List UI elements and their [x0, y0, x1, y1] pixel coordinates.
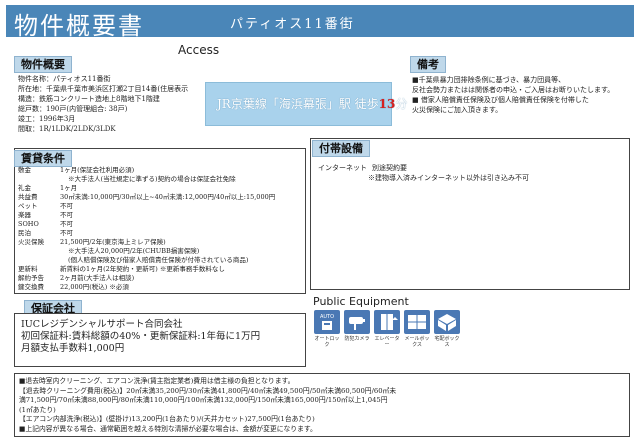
terms-key: 礼金: [18, 184, 31, 192]
terms-value: 不可: [60, 220, 73, 228]
autolock-icon: AUTO オートロック: [314, 310, 340, 348]
access-label: Access: [178, 43, 220, 57]
equipment-icons: AUTO オートロック 防犯カメラ エレベーター メールボックス 宅配ボックス: [314, 310, 514, 350]
guarantor-line: 初回保証料:賃料総額の40%・更新保証料:1年毎に1万円: [21, 331, 261, 342]
note-line: ■上記内容が異なる場合、通常範囲を越える特別な清掃が必要な場合は、金額が変更にな…: [19, 424, 317, 433]
terms-value: 新賃料の1ヶ月(2年契約・更新可) ※更新事務手数料なし: [60, 265, 225, 273]
remarks-line: 火災保険にご加入頂きます。: [412, 106, 503, 114]
access-minutes: 13: [378, 97, 396, 111]
overview-line: 物件名称：パティオス11番街: [18, 75, 111, 83]
svg-text:AUTO: AUTO: [320, 314, 334, 320]
terms-row: 火災保険 21,500円/2年(東京海上ミレア保険): [18, 238, 302, 247]
terms-key: [18, 256, 68, 265]
terms-key: ペット: [18, 202, 38, 210]
terms-row: 楽器 不可: [18, 211, 302, 220]
elevator-icon: エレベーター: [374, 310, 400, 348]
terms-key: SOHO: [18, 220, 39, 228]
terms-key: 鍵交換費: [18, 283, 44, 291]
terms-value: 不可: [60, 211, 73, 219]
terms-key: 楽器: [18, 211, 31, 219]
terms-key: 解約予告: [18, 274, 44, 282]
mailbox-icon: メールボックス: [404, 310, 430, 348]
access-unit: 分: [395, 97, 408, 111]
property-name: パティオス11番街: [230, 17, 355, 32]
terms-key: 敷金: [18, 166, 31, 174]
terms-row: 敷金 1ヶ月(保証会社利用必須): [18, 166, 302, 175]
terms-row: ペット 不可: [18, 202, 302, 211]
rental-terms-table: 敷金 1ヶ月(保証会社利用必須) ※大手法人(当社規定に準ずる)契約の場合は保証会…: [18, 166, 302, 292]
facilities-box: [310, 138, 630, 290]
terms-row: SOHO 不可: [18, 220, 302, 229]
access-text: JR京葉線「海浜幕張」駅 徒歩13分: [217, 95, 407, 112]
security-camera-icon: 防犯カメラ: [344, 310, 370, 342]
remarks-list: ■千葉県暴力団排除条例に基づき、暴力団員等、 反社会勢力またはは関係者の申込・ご…: [412, 75, 614, 115]
internet-note: ※建物導入済みインターネット以外は引き込み不可: [368, 174, 529, 182]
guarantor-line: 月額支払手数料1,000円: [21, 343, 125, 354]
terms-row: 解約予告 2ヶ月前(大手法人は相談): [18, 274, 302, 283]
terms-value: (個人賠償保険及び借家人賠償責任保険が付帯されている商品): [68, 256, 249, 264]
terms-row: ※大手法人(当社規定に準ずる)契約の場合は保証会社免除: [18, 175, 302, 184]
remarks-line: 反社会勢力またはは関係者の申込・ご入居はお断りいたします。: [412, 86, 615, 94]
remarks-line: ■千葉県暴力団排除条例に基づき、暴力団員等、: [412, 76, 566, 84]
terms-value: 30㎡未満:10,000円/30㎡以上~40㎡未満:12,000円/40㎡以上:…: [60, 193, 276, 201]
terms-row: 鍵交換費 22,000円(税込) ※必須: [18, 283, 302, 292]
guarantor-line: IUCレジデンシャルサポート合同会社: [21, 319, 183, 330]
terms-value: 1ヶ月: [60, 184, 78, 192]
overview-line: 総戸数：190戸(内管理組合: 38戸): [18, 105, 128, 113]
public-equipment-title: Public Equipment: [313, 295, 409, 308]
terms-value: 1ヶ月(保証会社利用必須): [60, 166, 135, 174]
overview-line: 竣工：1996年3月: [18, 115, 76, 123]
terms-row: 更新料 新賃料の1ヶ月(2年契約・更新可) ※更新事務手数料なし: [18, 265, 302, 274]
overview-line: 構造：鉄筋コンクリート造地上8階地下1階建: [18, 95, 160, 103]
terms-value: 2ヶ月前(大手法人は相談): [60, 274, 135, 282]
terms-value: ※大手法人(当社規定に準ずる)契約の場合は保証会社免除: [68, 175, 236, 183]
note-line: ■退去時室内クリーニング、エアコン洗浄(賃主指定業者)費用は借主様の負担となりま…: [19, 377, 295, 385]
terms-row: 礼金 1ヶ月: [18, 184, 302, 193]
document-title: 物件概要書: [14, 12, 144, 40]
terms-row: 共益費 30㎡未満:10,000円/30㎡以上~40㎡未満:12,000円/40㎡…: [18, 193, 302, 202]
overview-line: 所在地：千葉県千葉市美浜区打瀬2丁目14番(住居表示: [18, 85, 189, 93]
note-line: (1㎡あたり): [19, 405, 56, 414]
notes-box: ■退去時室内クリーニング、エアコン洗浄(賃主指定業者)費用は借主様の負担となりま…: [14, 373, 630, 437]
facilities-label: 付帯設備: [312, 140, 370, 157]
terms-value: 21,500円/2年(東京海上ミレア保険): [60, 238, 166, 246]
delivery-box-icon: 宅配ボックス: [434, 310, 460, 348]
overview-label: 物件概要: [14, 56, 72, 73]
internet-value: 別途契約要: [372, 164, 407, 172]
remarks-line: ■ 借家人賠償責任保険及び個人賠償責任保険を付帯した: [412, 96, 589, 104]
note-line: 満71,500円/70㎡未満88,000円/80㎡未満110,000円/100㎡…: [19, 396, 388, 404]
access-route: JR京葉線「海浜幕張」駅 徒歩: [217, 97, 379, 111]
overview-line: 間取：1R/1LDK/2LDK/3LDK: [18, 125, 116, 133]
overview-list: 物件名称：パティオス11番街 所在地：千葉県千葉市美浜区打瀬2丁目14番(住居表…: [18, 74, 188, 134]
rental-terms-label: 賃貸条件: [14, 150, 72, 167]
terms-row: 民泊 不可: [18, 229, 302, 238]
internet-label: インターネット: [318, 164, 367, 172]
terms-row: (個人賠償保険及び借家人賠償責任保険が付帯されている商品): [18, 256, 302, 265]
terms-value: ※大手法人20,000円/2年(CHUBB損害保険): [68, 247, 200, 255]
terms-value: 22,000円(税込) ※必須: [60, 283, 129, 291]
remarks-label: 備考: [410, 56, 446, 73]
terms-key: 火災保険: [18, 238, 44, 246]
guarantor-box: IUCレジデンシャルサポート合同会社 初回保証料:賃料総額の40%・更新保証料:…: [14, 313, 306, 367]
terms-value: 不可: [60, 202, 73, 210]
terms-key: 更新料: [18, 265, 38, 273]
terms-value: 不可: [60, 229, 73, 237]
terms-row: ※大手法人20,000円/2年(CHUBB損害保険): [18, 247, 302, 256]
note-line: 【エアコン内部洗浄(税込)】(壁掛け)13,200円(1台あたり)/(天井カセッ…: [19, 415, 315, 423]
note-line: 【退去時クリーニング費用(税込)】20㎡未満35,200円/30㎡未満41,80…: [19, 386, 397, 395]
terms-key: [18, 175, 68, 184]
terms-key: 民泊: [18, 229, 31, 237]
terms-key: [18, 247, 68, 256]
terms-key: 共益費: [18, 193, 38, 201]
